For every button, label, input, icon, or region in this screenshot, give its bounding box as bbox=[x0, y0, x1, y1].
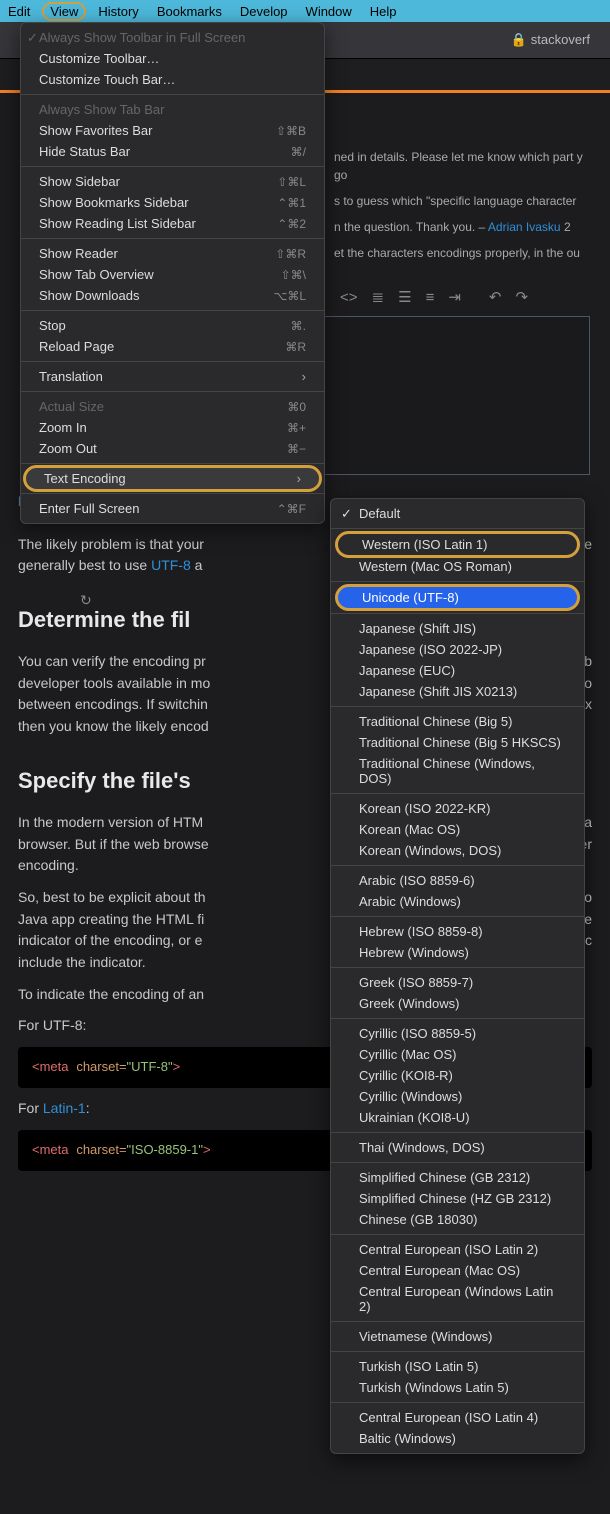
encoding-hebrew-windows-[interactable]: Hebrew (Windows) bbox=[331, 942, 584, 963]
lock-icon: 🔒 bbox=[511, 32, 527, 47]
menu-help[interactable]: Help bbox=[370, 4, 397, 19]
view-menu-translation[interactable]: Translation› bbox=[21, 366, 324, 387]
encoding-turkish-windows-latin-5-[interactable]: Turkish (Windows Latin 5) bbox=[331, 1377, 584, 1398]
encoding-central-european-iso-latin-2-[interactable]: Central European (ISO Latin 2) bbox=[331, 1239, 584, 1260]
view-menu-zoom-in[interactable]: Zoom In⌘+ bbox=[21, 417, 324, 438]
encoding-baltic-windows-[interactable]: Baltic (Windows) bbox=[331, 1428, 584, 1449]
view-menu-actual-size: Actual Size⌘0 bbox=[21, 396, 324, 417]
view-menu-always-show-tab-bar: Always Show Tab Bar bbox=[21, 99, 324, 120]
view-menu-show-reader[interactable]: Show Reader⇧⌘R bbox=[21, 243, 324, 264]
encoding-thai-windows-dos-[interactable]: Thai (Windows, DOS) bbox=[331, 1137, 584, 1158]
encoding-cyrillic-mac-os-[interactable]: Cyrillic (Mac OS) bbox=[331, 1044, 584, 1065]
encoding-traditional-chinese-big-5-hkscs-[interactable]: Traditional Chinese (Big 5 HKSCS) bbox=[331, 732, 584, 753]
indent-icon[interactable]: ⇥ bbox=[448, 288, 461, 306]
undo-icon[interactable]: ↶ bbox=[489, 288, 502, 306]
encoding-central-european-iso-latin-4-[interactable]: Central European (ISO Latin 4) bbox=[331, 1407, 584, 1428]
list-ul-icon[interactable]: ☰ bbox=[398, 288, 411, 306]
text-encoding-submenu: Default Western (ISO Latin 1)Western (Mac… bbox=[330, 498, 585, 1454]
align-icon[interactable]: ≡ bbox=[426, 289, 435, 306]
encoding-chinese-gb-18030-[interactable]: Chinese (GB 18030) bbox=[331, 1209, 584, 1230]
encoding-traditional-chinese-big-5-[interactable]: Traditional Chinese (Big 5) bbox=[331, 711, 584, 732]
encoding-simplified-chinese-gb-2312-[interactable]: Simplified Chinese (GB 2312) bbox=[331, 1167, 584, 1188]
menubar: Edit View History Bookmarks Develop Wind… bbox=[0, 0, 610, 22]
encoding-western-iso-latin-1-[interactable]: Western (ISO Latin 1) bbox=[335, 531, 580, 558]
encoding-western-mac-os-roman-[interactable]: Western (Mac OS Roman) bbox=[331, 556, 584, 577]
encoding-traditional-chinese-windows-dos-[interactable]: Traditional Chinese (Windows, DOS) bbox=[331, 753, 584, 789]
view-menu-reload-page[interactable]: Reload Page⌘R bbox=[21, 336, 324, 357]
view-menu-text-encoding[interactable]: Text Encoding› bbox=[23, 465, 322, 492]
view-menu-hide-status-bar[interactable]: Hide Status Bar⌘/ bbox=[21, 141, 324, 162]
comment: n the question. Thank you. – Adrian Ivas… bbox=[334, 218, 596, 236]
encoding-korean-mac-os-[interactable]: Korean (Mac OS) bbox=[331, 819, 584, 840]
encoding-arabic-iso-8859-6-[interactable]: Arabic (ISO 8859-6) bbox=[331, 870, 584, 891]
url-host: stackoverf bbox=[531, 32, 590, 47]
menu-edit[interactable]: Edit bbox=[8, 4, 30, 19]
view-menu-show-bookmarks-sidebar[interactable]: Show Bookmarks Sidebar⌃⌘1 bbox=[21, 192, 324, 213]
encoding-japanese-iso-2022-jp-[interactable]: Japanese (ISO 2022-JP) bbox=[331, 639, 584, 660]
editor-toolbar: <> ≣ ☰ ≡ ⇥ ↶ ↷ bbox=[320, 282, 610, 312]
encoding-arabic-windows-[interactable]: Arabic (Windows) bbox=[331, 891, 584, 912]
view-menu-enter-full-screen[interactable]: Enter Full Screen⌃⌘F bbox=[21, 498, 324, 519]
encoding-simplified-chinese-hz-gb-2312-[interactable]: Simplified Chinese (HZ GB 2312) bbox=[331, 1188, 584, 1209]
encoding-japanese-euc-[interactable]: Japanese (EUC) bbox=[331, 660, 584, 681]
redo-icon[interactable]: ↷ bbox=[515, 288, 528, 306]
code-icon[interactable]: <> bbox=[340, 289, 358, 306]
view-menu-show-downloads[interactable]: Show Downloads⌥⌘L bbox=[21, 285, 324, 306]
encoding-default[interactable]: Default bbox=[331, 503, 584, 524]
view-menu-always-show-toolbar-in-full-screen: Always Show Toolbar in Full Screen bbox=[21, 27, 324, 48]
menu-history[interactable]: History bbox=[98, 4, 138, 19]
menu-develop[interactable]: Develop bbox=[240, 4, 288, 19]
view-menu-show-favorites-bar[interactable]: Show Favorites Bar⇧⌘B bbox=[21, 120, 324, 141]
encoding-unicode-utf-8-[interactable]: Unicode (UTF-8) bbox=[335, 584, 580, 611]
encoding-central-european-windows-latin-2-[interactable]: Central European (Windows Latin 2) bbox=[331, 1281, 584, 1317]
user-link[interactable]: Adrian Ivasku bbox=[488, 220, 561, 234]
encoding-cyrillic-windows-[interactable]: Cyrillic (Windows) bbox=[331, 1086, 584, 1107]
view-menu-customize-touch-bar-[interactable]: Customize Touch Bar… bbox=[21, 69, 324, 90]
encoding-korean-windows-dos-[interactable]: Korean (Windows, DOS) bbox=[331, 840, 584, 861]
encoding-ukrainian-koi8-u-[interactable]: Ukrainian (KOI8-U) bbox=[331, 1107, 584, 1128]
view-menu-show-tab-overview[interactable]: Show Tab Overview⇧⌘\ bbox=[21, 264, 324, 285]
encoding-turkish-iso-latin-5-[interactable]: Turkish (ISO Latin 5) bbox=[331, 1356, 584, 1377]
encoding-cyrillic-iso-8859-5-[interactable]: Cyrillic (ISO 8859-5) bbox=[331, 1023, 584, 1044]
encoding-greek-iso-8859-7-[interactable]: Greek (ISO 8859-7) bbox=[331, 972, 584, 993]
list-ol-icon[interactable]: ≣ bbox=[372, 288, 385, 306]
view-menu-stop[interactable]: Stop⌘. bbox=[21, 315, 324, 336]
view-menu-show-reading-list-sidebar[interactable]: Show Reading List Sidebar⌃⌘2 bbox=[21, 213, 324, 234]
comment: s to guess which "specific language char… bbox=[334, 192, 596, 210]
utf8-link[interactable]: UTF-8 bbox=[151, 557, 191, 573]
menu-view[interactable]: View bbox=[42, 2, 86, 21]
encoding-japanese-shift-jis-x0213-[interactable]: Japanese (Shift JIS X0213) bbox=[331, 681, 584, 702]
comment: et the characters encodings properly, in… bbox=[334, 244, 596, 262]
latin1-link[interactable]: Latin-1 bbox=[43, 1100, 86, 1116]
view-menu-customize-toolbar-[interactable]: Customize Toolbar… bbox=[21, 48, 324, 69]
view-menu-show-sidebar[interactable]: Show Sidebar⇧⌘L bbox=[21, 171, 324, 192]
encoding-hebrew-iso-8859-8-[interactable]: Hebrew (ISO 8859-8) bbox=[331, 921, 584, 942]
comment: ned in details. Please let me know which… bbox=[334, 148, 596, 184]
encoding-vietnamese-windows-[interactable]: Vietnamese (Windows) bbox=[331, 1326, 584, 1347]
encoding-greek-windows-[interactable]: Greek (Windows) bbox=[331, 993, 584, 1014]
history-icon[interactable]: ↻ bbox=[80, 592, 92, 609]
view-menu-dropdown: Always Show Toolbar in Full ScreenCustom… bbox=[20, 22, 325, 524]
menu-bookmarks[interactable]: Bookmarks bbox=[157, 4, 222, 19]
view-menu-zoom-out[interactable]: Zoom Out⌘− bbox=[21, 438, 324, 459]
encoding-cyrillic-koi8-r-[interactable]: Cyrillic (KOI8-R) bbox=[331, 1065, 584, 1086]
menu-window[interactable]: Window bbox=[306, 4, 352, 19]
encoding-central-european-mac-os-[interactable]: Central European (Mac OS) bbox=[331, 1260, 584, 1281]
encoding-korean-iso-2022-kr-[interactable]: Korean (ISO 2022-KR) bbox=[331, 798, 584, 819]
encoding-japanese-shift-jis-[interactable]: Japanese (Shift JIS) bbox=[331, 618, 584, 639]
